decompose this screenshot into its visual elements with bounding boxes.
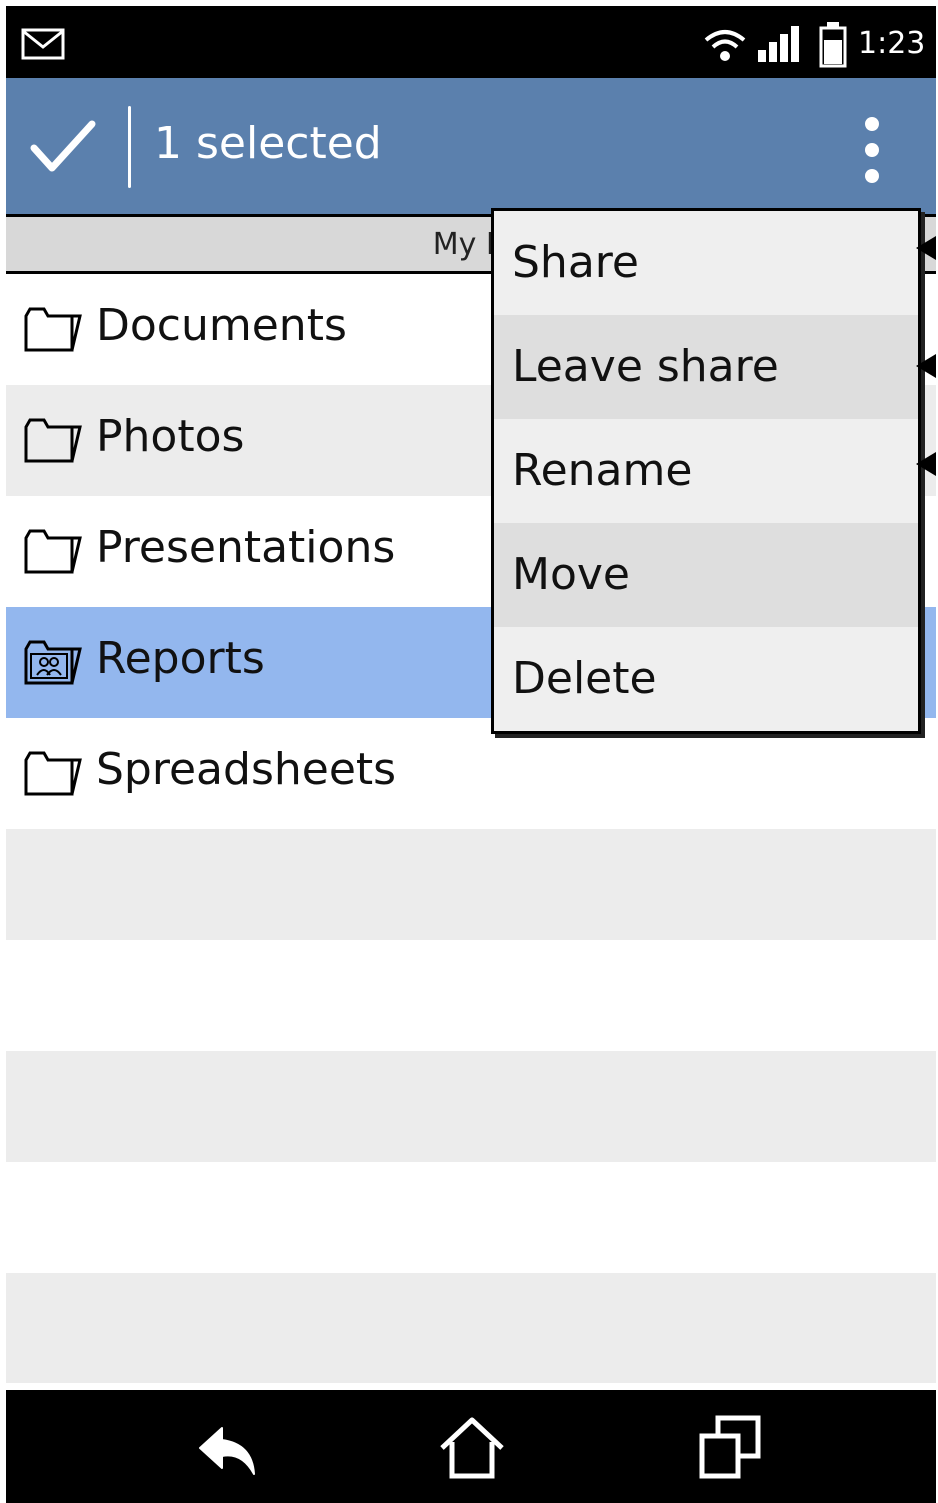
folder-icon xyxy=(24,307,82,352)
clock-time: 1:23 xyxy=(858,26,926,61)
navigation-bar xyxy=(6,1390,936,1503)
battery-icon xyxy=(819,22,847,68)
phone-screen: 1:23 1 selected My Fi Documents Photos P… xyxy=(6,6,936,1503)
wifi-icon xyxy=(704,30,746,61)
menu-item-label: Move xyxy=(512,549,630,600)
menu-item-delete[interactable]: Delete xyxy=(494,627,918,731)
menu-item-leave-share[interactable]: Leave share xyxy=(494,315,918,419)
pointer-arrow-icon xyxy=(916,354,936,378)
menu-item-label: Delete xyxy=(512,653,657,704)
home-icon[interactable] xyxy=(436,1412,508,1482)
shared-folder-icon xyxy=(24,640,82,685)
check-icon[interactable] xyxy=(28,116,98,176)
menu-item-rename[interactable]: Rename xyxy=(494,419,918,523)
file-name: Spreadsheets xyxy=(96,744,397,795)
empty-row xyxy=(6,1273,936,1383)
pointer-arrow-icon xyxy=(916,452,936,476)
overflow-menu: Share Leave share Rename Move Delete xyxy=(491,208,921,734)
file-name: Photos xyxy=(96,411,245,462)
folder-icon xyxy=(24,529,82,574)
signal-icon xyxy=(758,26,799,62)
menu-item-label: Leave share xyxy=(512,341,779,392)
file-name: Reports xyxy=(96,633,265,684)
action-divider xyxy=(128,106,131,188)
pointer-arrow-icon xyxy=(916,236,936,260)
recents-icon[interactable] xyxy=(694,1412,766,1482)
folder-icon xyxy=(24,751,82,796)
mail-icon xyxy=(21,28,65,60)
overflow-menu-icon[interactable] xyxy=(858,114,886,186)
file-name: Documents xyxy=(96,300,347,351)
status-bar: 1:23 xyxy=(6,6,936,78)
file-name: Presentations xyxy=(96,522,396,573)
folder-icon xyxy=(24,418,82,463)
empty-row xyxy=(6,1162,936,1273)
empty-row xyxy=(6,1051,936,1162)
menu-item-move[interactable]: Move xyxy=(494,523,918,627)
action-bar: 1 selected xyxy=(6,78,936,214)
empty-row xyxy=(6,940,936,1051)
menu-item-label: Rename xyxy=(512,445,693,496)
selection-count-title: 1 selected xyxy=(154,118,382,169)
menu-item-label: Share xyxy=(512,237,639,288)
empty-row xyxy=(6,829,936,940)
list-item-spreadsheets[interactable]: Spreadsheets xyxy=(6,718,936,829)
back-icon[interactable] xyxy=(192,1412,264,1482)
menu-item-share[interactable]: Share xyxy=(494,211,918,315)
